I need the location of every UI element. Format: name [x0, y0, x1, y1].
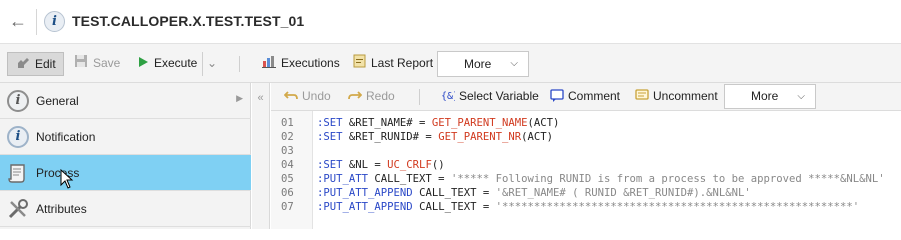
- select-variable-button[interactable]: {&} Select Variable: [441, 89, 539, 105]
- code-token: :SET: [317, 159, 349, 171]
- play-icon: [137, 53, 149, 75]
- redo-label: Redo: [366, 89, 395, 103]
- line-number: 05: [281, 173, 294, 185]
- line-number: 06: [281, 187, 294, 199]
- sidebar-item-label: Notification: [36, 130, 96, 144]
- line-number: 03: [281, 145, 294, 157]
- code-token: CALL_TEXT =: [374, 173, 451, 185]
- save-label: Save: [93, 56, 121, 70]
- code-token: (ACT): [527, 117, 560, 129]
- code-text: :SET &NL = UC_CRLF(): [317, 158, 445, 172]
- toolbar-divider: [419, 89, 420, 105]
- info-circle-icon: i: [7, 90, 29, 112]
- sidebar-item-attributes[interactable]: Attributes: [0, 191, 251, 227]
- redo-button[interactable]: Redo: [348, 89, 395, 104]
- sidebar-item-process[interactable]: Process: [0, 155, 251, 191]
- editor-more-dropdown[interactable]: More ⌵: [724, 84, 816, 109]
- sidebar-item-notification[interactable]: i Notification: [0, 119, 251, 155]
- select-variable-label: Select Variable: [459, 89, 539, 104]
- more-label: More: [464, 57, 492, 71]
- svg-text:{&}: {&}: [441, 91, 455, 102]
- code-token: (): [431, 159, 445, 171]
- code-token: &RET_NAME# =: [348, 117, 432, 129]
- edit-button[interactable]: Edit: [7, 52, 64, 76]
- uncomment-button[interactable]: Uncomment: [635, 89, 718, 105]
- uncomment-label: Uncomment: [653, 89, 718, 104]
- more-dropdown[interactable]: More ⌵: [437, 51, 529, 77]
- editor-toolbar: Undo Redo {&} Select Variable Comment Un…: [271, 83, 901, 111]
- script-editor[interactable]: 01:SET &RET_NAME# = GET_PARENT_NAME(ACT)…: [271, 111, 901, 229]
- sidebar-item-general[interactable]: i General ▶: [0, 83, 251, 119]
- code-token: '***** Following RUNID is from a process…: [450, 173, 885, 185]
- code-token: (ACT): [521, 131, 553, 143]
- code-token: :PUT_ATT_APPEND: [317, 187, 420, 199]
- last-report-label: Last Report: [371, 56, 434, 70]
- code-text: :PUT_ATT_APPEND CALL_TEXT = '&RET_NAME# …: [317, 186, 751, 200]
- last-report-button[interactable]: Last Report: [353, 52, 433, 76]
- comment-button[interactable]: Comment: [550, 89, 620, 105]
- code-token: &RET_RUNID# =: [348, 131, 439, 143]
- sidebar: i General ▶ i Notification Process Attri…: [0, 83, 251, 229]
- toolbar-divider: [239, 56, 240, 72]
- undo-button[interactable]: Undo: [283, 89, 331, 104]
- tools-icon: [7, 198, 29, 220]
- floppy-disk-icon: [74, 53, 88, 75]
- chevron-down-icon: ⌵: [797, 91, 805, 102]
- sidebar-item-label: General: [36, 94, 79, 108]
- undo-label: Undo: [302, 89, 331, 103]
- code-token: CALL_TEXT =: [419, 201, 496, 213]
- code-text: :PUT_ATT CALL_TEXT = '***** Following RU…: [317, 172, 885, 186]
- chevron-down-icon: ⌄: [207, 56, 218, 70]
- code-token: '***************************************…: [495, 201, 860, 213]
- execute-label: Execute: [154, 56, 198, 70]
- code-token: &NL =: [348, 159, 388, 171]
- chevron-right-icon: ▶: [236, 93, 243, 103]
- back-arrow-icon[interactable]: ←: [8, 11, 28, 31]
- executions-label: Executions: [281, 56, 340, 70]
- execute-button[interactable]: Execute: [137, 52, 197, 76]
- sidebar-item-label: Attributes: [36, 202, 87, 216]
- main-toolbar: Edit Save Execute ⌄ Executions Last Repo…: [0, 43, 901, 83]
- scroll-icon: [7, 162, 29, 184]
- collapse-sidebar-button[interactable]: «: [252, 83, 270, 229]
- line-number: 02: [281, 131, 294, 143]
- uncomment-icon: [635, 89, 649, 105]
- line-number: 07: [281, 201, 294, 213]
- edit-hand-icon: [16, 54, 30, 76]
- chevron-down-icon: ⌵: [510, 58, 518, 69]
- code-token: GET_PARENT_NR: [438, 131, 522, 143]
- mouse-cursor-icon: [60, 168, 74, 192]
- more-label: More: [751, 89, 779, 103]
- code-token: CALL_TEXT =: [419, 187, 496, 199]
- execute-dropdown-button[interactable]: ⌄: [202, 52, 218, 76]
- code-text: :PUT_ATT_APPEND CALL_TEXT = '***********…: [317, 200, 859, 214]
- line-number: 04: [281, 159, 294, 171]
- comment-icon: [550, 89, 564, 105]
- code-token: :SET: [317, 117, 349, 129]
- code-token: UC_CRLF: [387, 159, 432, 171]
- info-blue-icon: i: [7, 126, 29, 148]
- code-token: GET_PARENT_NAME: [431, 117, 528, 129]
- report-icon: [353, 53, 366, 75]
- code-token: :SET: [317, 131, 349, 143]
- executions-button[interactable]: Executions: [262, 52, 340, 76]
- undo-icon: [283, 89, 298, 104]
- code-token: '&RET_NAME# ( RUNID &RET_RUNID#).&NL&NL': [495, 187, 751, 199]
- edit-label: Edit: [35, 57, 56, 71]
- code-text: :SET &RET_NAME# = GET_PARENT_NAME(ACT): [317, 116, 559, 130]
- comment-label: Comment: [568, 89, 621, 104]
- info-object-icon: i: [44, 11, 65, 32]
- bar-chart-icon: [262, 53, 276, 75]
- variable-icon: {&}: [441, 89, 459, 105]
- code-text: :SET &RET_RUNID# = GET_PARENT_NR(ACT): [317, 130, 553, 144]
- save-button[interactable]: Save: [74, 52, 120, 76]
- object-title: TEST.CALLOPER.X.TEST.TEST_01: [72, 13, 305, 29]
- title-bar: ← i TEST.CALLOPER.X.TEST.TEST_01: [0, 0, 901, 43]
- redo-icon: [348, 89, 363, 104]
- double-chevron-left-icon: «: [257, 92, 264, 104]
- title-divider: [36, 9, 37, 35]
- code-token: :PUT_ATT_APPEND: [317, 201, 420, 213]
- code-token: :PUT_ATT: [317, 173, 375, 185]
- line-number: 01: [281, 117, 294, 129]
